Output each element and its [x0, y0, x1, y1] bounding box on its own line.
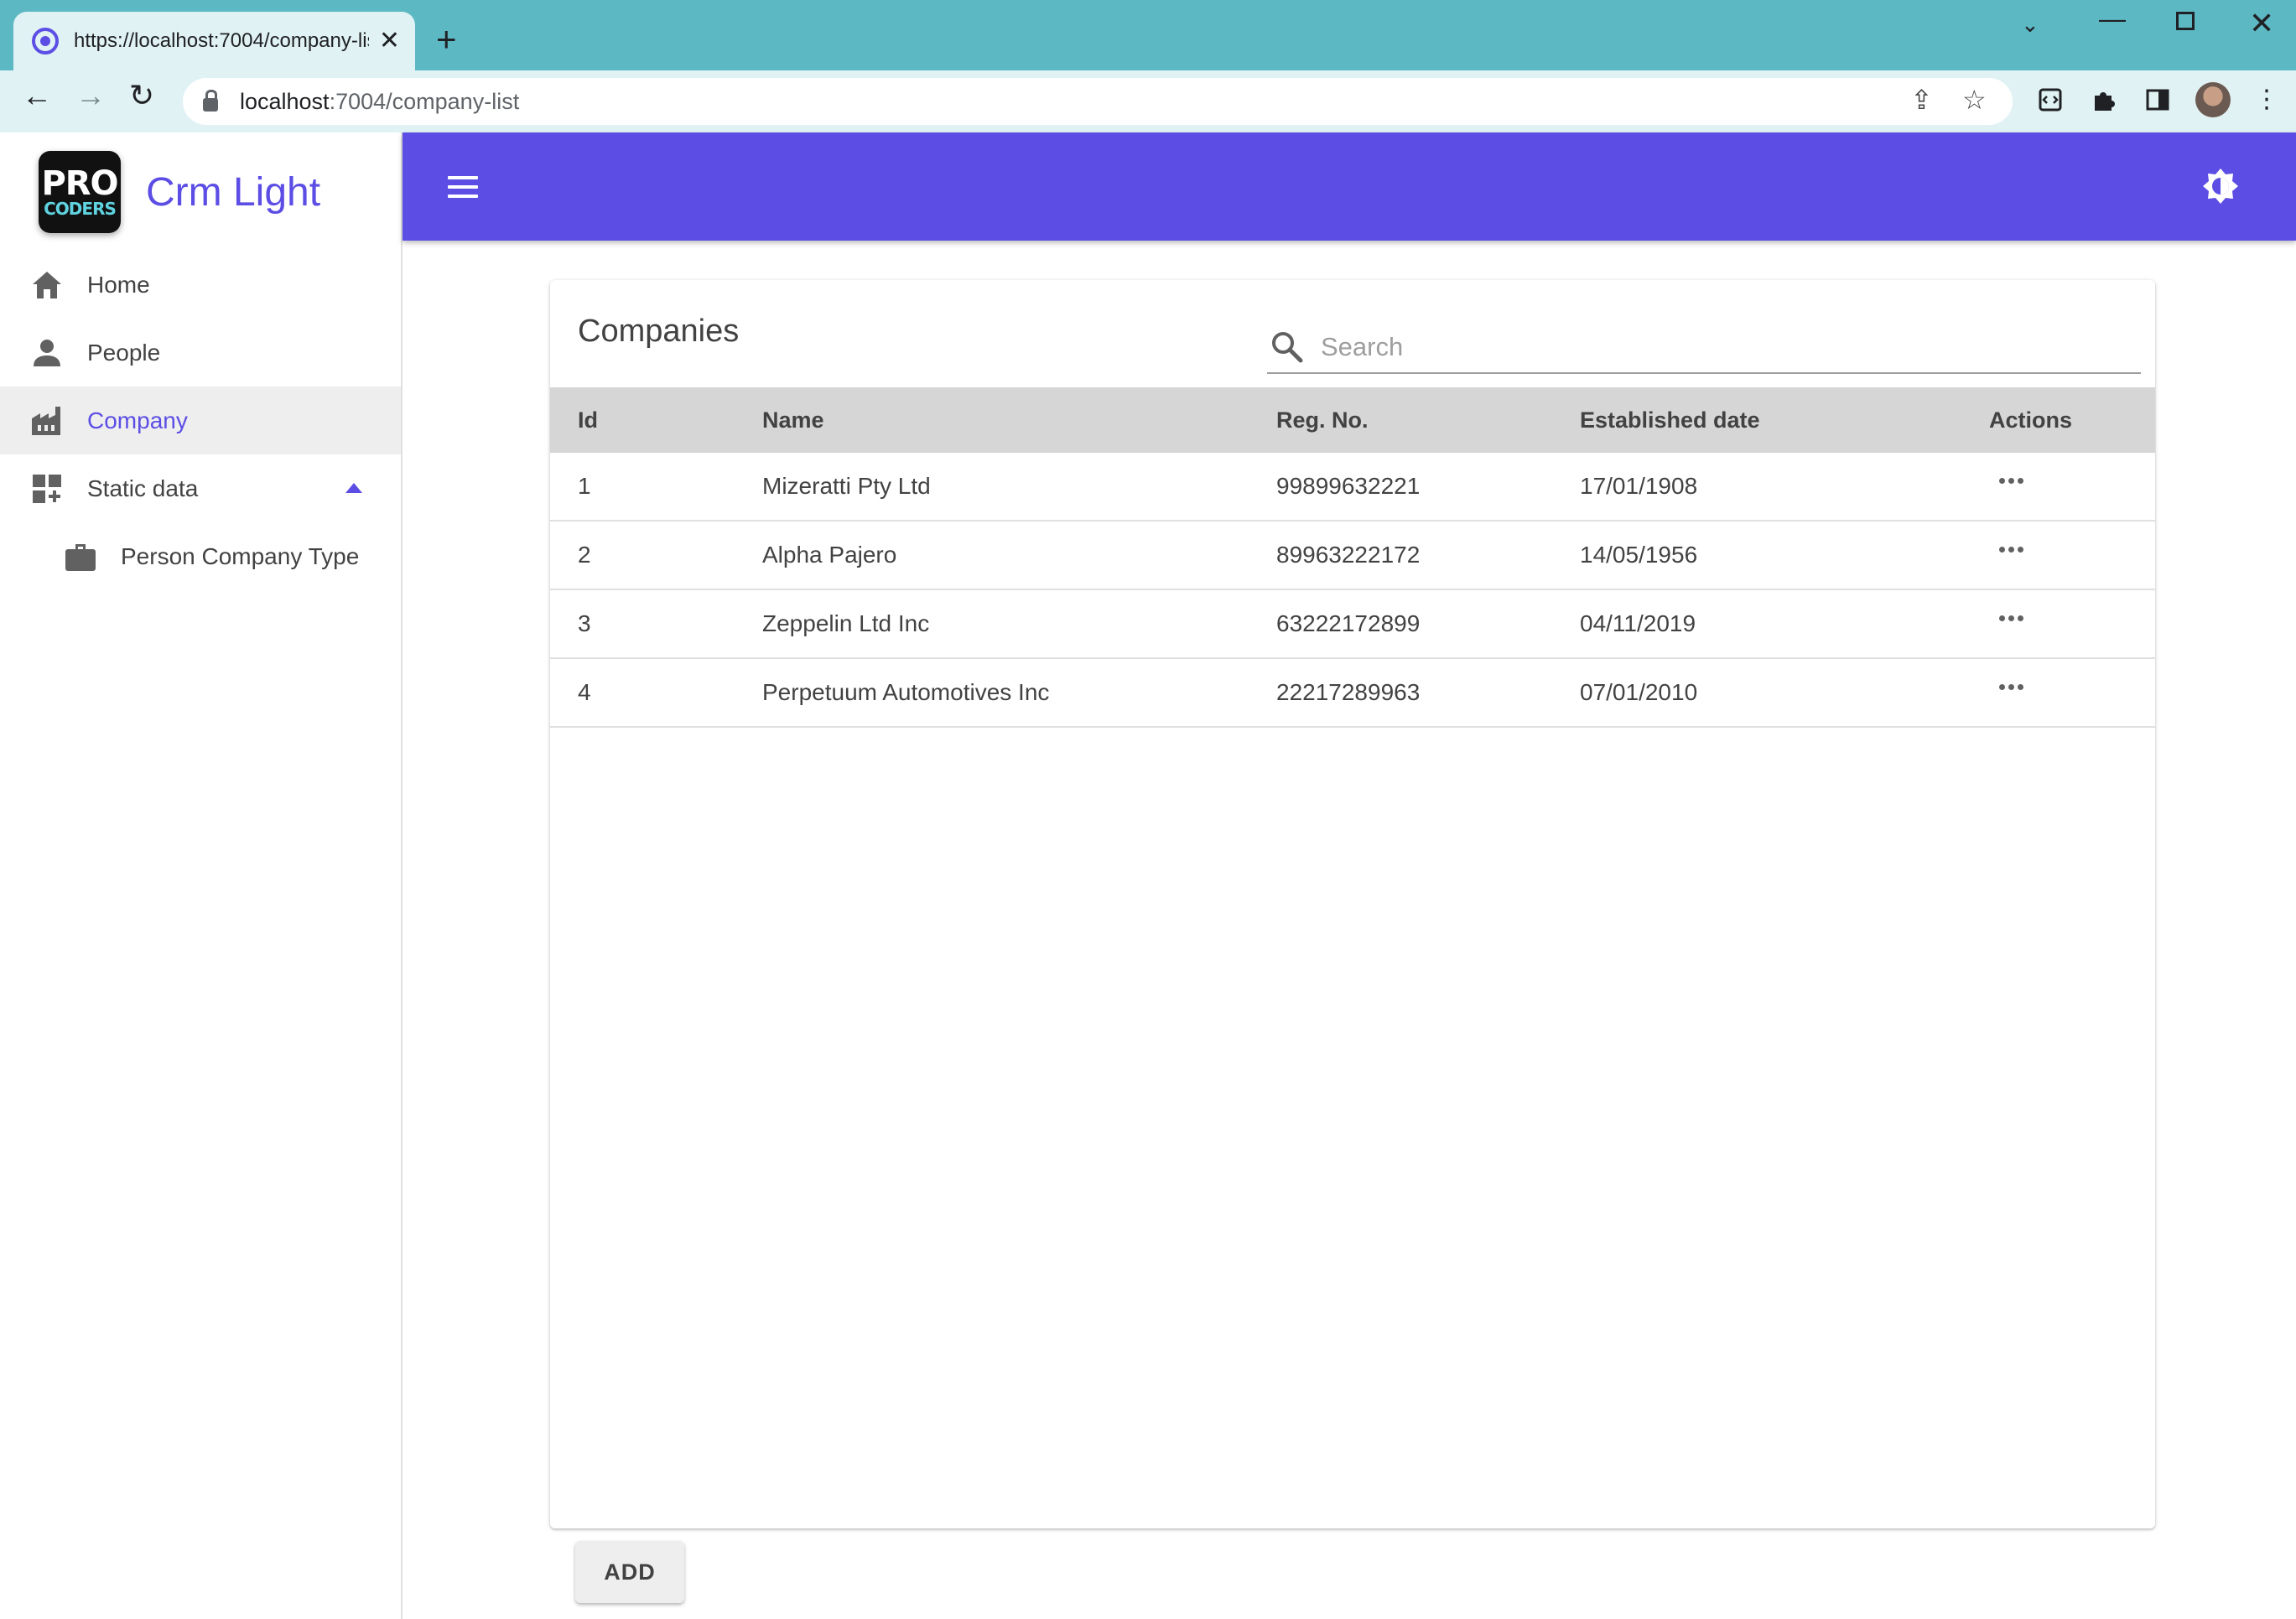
table-row[interactable]: 2 Alpha Pajero 89963222172 14/05/1956 [550, 522, 2155, 590]
back-icon[interactable]: ← [22, 80, 52, 111]
cell-name: Zeppelin Ltd Inc [762, 610, 930, 636]
cell-name: Mizeratti Pty Ltd [762, 473, 931, 499]
briefcase-icon [64, 540, 97, 573]
row-actions-more-icon[interactable] [1999, 478, 2023, 484]
sidebar-item-people[interactable]: People [0, 319, 401, 387]
pro-coders-logo: PRO CODERS [39, 151, 121, 233]
cell-established-date: 07/01/2010 [1580, 679, 1698, 705]
nav-menu: Home People Company Static data Person C… [0, 251, 401, 590]
column-header-name[interactable]: Name [762, 407, 824, 433]
tab-title: https://localhost:7004/company-list [74, 29, 369, 52]
table-row[interactable]: 3 Zeppelin Ltd Inc 63222172899 04/11/201… [550, 590, 2155, 659]
maximize-icon[interactable] [2176, 12, 2195, 30]
cell-established-date: 14/05/1956 [1580, 542, 1698, 568]
cell-reg-no: 63222172899 [1276, 610, 1421, 636]
extensions-puzzle-icon[interactable] [2090, 86, 2118, 114]
logo-text-bottom: CODERS [44, 199, 117, 219]
search-input[interactable] [1321, 332, 2075, 362]
collapse-caret-icon[interactable] [345, 483, 362, 493]
sidebar-item-label: Home [87, 271, 150, 298]
lock-icon [203, 90, 218, 112]
theme-toggle-icon[interactable] [2202, 168, 2239, 205]
cell-id: 4 [578, 679, 591, 705]
cell-established-date: 04/11/2019 [1580, 610, 1696, 636]
sidebar: PRO CODERS Crm Light Home People Company [0, 132, 403, 1619]
table-header: Id Name Reg. No. Established date Action… [550, 387, 2155, 453]
sidebar-item-static-data[interactable]: Static data [0, 454, 401, 522]
cell-id: 3 [578, 610, 591, 636]
sidebar-item-label: Static data [87, 475, 199, 501]
tab-search-chevron-icon[interactable]: ⌄ [2021, 13, 2039, 35]
companies-table: Id Name Reg. No. Established date Action… [550, 387, 2155, 728]
browser-tab[interactable]: https://localhost:7004/company-list ✕ [13, 12, 415, 70]
sidebar-item-label: Company [87, 407, 188, 433]
column-header-established-date[interactable]: Established date [1580, 407, 1760, 433]
sidebar-item-person-company-type[interactable]: Person Company Type [0, 522, 401, 590]
logo-text-top: PRO [41, 164, 118, 203]
blazor-favicon-icon [32, 28, 59, 54]
column-header-id[interactable]: Id [578, 407, 598, 433]
home-icon [30, 268, 64, 302]
tab-close-icon[interactable]: ✕ [379, 29, 400, 54]
reload-icon[interactable]: ↻ [129, 80, 154, 111]
sidebar-item-company[interactable]: Company [0, 387, 401, 454]
url-host: localhost [240, 88, 330, 114]
close-window-icon[interactable]: ✕ [2249, 8, 2274, 39]
share-icon[interactable]: ⇪ [1910, 86, 1933, 113]
search-field[interactable] [1267, 322, 2141, 374]
address-bar[interactable]: localhost:7004/company-list ⇪ ☆ [183, 78, 2013, 125]
forward-icon[interactable]: → [75, 80, 106, 111]
column-header-reg-no[interactable]: Reg. No. [1276, 407, 1369, 433]
profile-avatar[interactable] [2195, 82, 2231, 117]
url-path: :7004/company-list [329, 88, 520, 114]
cell-id: 2 [578, 542, 591, 568]
side-panel-icon[interactable] [2143, 86, 2172, 114]
new-tab-icon[interactable]: + [436, 22, 457, 57]
cell-reg-no: 89963222172 [1276, 542, 1421, 568]
sidebar-item-label: People [87, 339, 161, 366]
add-company-button[interactable]: ADD [575, 1541, 684, 1603]
row-actions-more-icon[interactable] [1999, 547, 2023, 553]
row-actions-more-icon[interactable] [1999, 615, 2023, 621]
search-icon [1272, 332, 1303, 363]
extension-code-icon[interactable] [2036, 86, 2065, 114]
sidebar-item-label: Person Company Type [121, 542, 360, 569]
url-text: localhost:7004/company-list [240, 89, 519, 115]
app-bar [403, 132, 2296, 241]
browser-tabstrip: https://localhost:7004/company-list ✕ + … [0, 0, 2296, 70]
cell-name: Alpha Pajero [762, 542, 897, 568]
app-title: Crm Light [146, 169, 321, 215]
cell-name: Perpetuum Automotives Inc [762, 679, 1050, 705]
table-row[interactable]: 4 Perpetuum Automotives Inc 22217289963 … [550, 659, 2155, 728]
factory-icon [30, 404, 64, 438]
row-actions-more-icon[interactable] [1999, 684, 2023, 690]
column-header-actions: Actions [1989, 407, 2073, 433]
cell-id: 1 [578, 473, 591, 499]
dashboard-add-icon [30, 472, 64, 506]
sidebar-item-home[interactable]: Home [0, 251, 401, 319]
cell-reg-no: 99899632221 [1276, 473, 1421, 499]
hamburger-menu-icon[interactable] [448, 176, 478, 198]
cell-established-date: 17/01/1908 [1580, 473, 1698, 499]
minimize-icon[interactable]: — [2099, 5, 2126, 32]
browser-menu-icon[interactable]: ⋮ [2252, 86, 2281, 114]
brand: PRO CODERS Crm Light [39, 151, 320, 233]
browser-toolbar: ← → ↻ localhost:7004/company-list ⇪ ☆ ⋮ [0, 70, 2296, 132]
cell-reg-no: 22217289963 [1276, 679, 1421, 705]
companies-card: Companies Id Name Reg. No. Established d… [550, 280, 2155, 1528]
table-row[interactable]: 1 Mizeratti Pty Ltd 99899632221 17/01/19… [550, 453, 2155, 522]
page-title: Companies [578, 314, 740, 349]
bookmark-star-icon[interactable]: ☆ [1962, 86, 1987, 113]
person-icon [30, 336, 64, 370]
